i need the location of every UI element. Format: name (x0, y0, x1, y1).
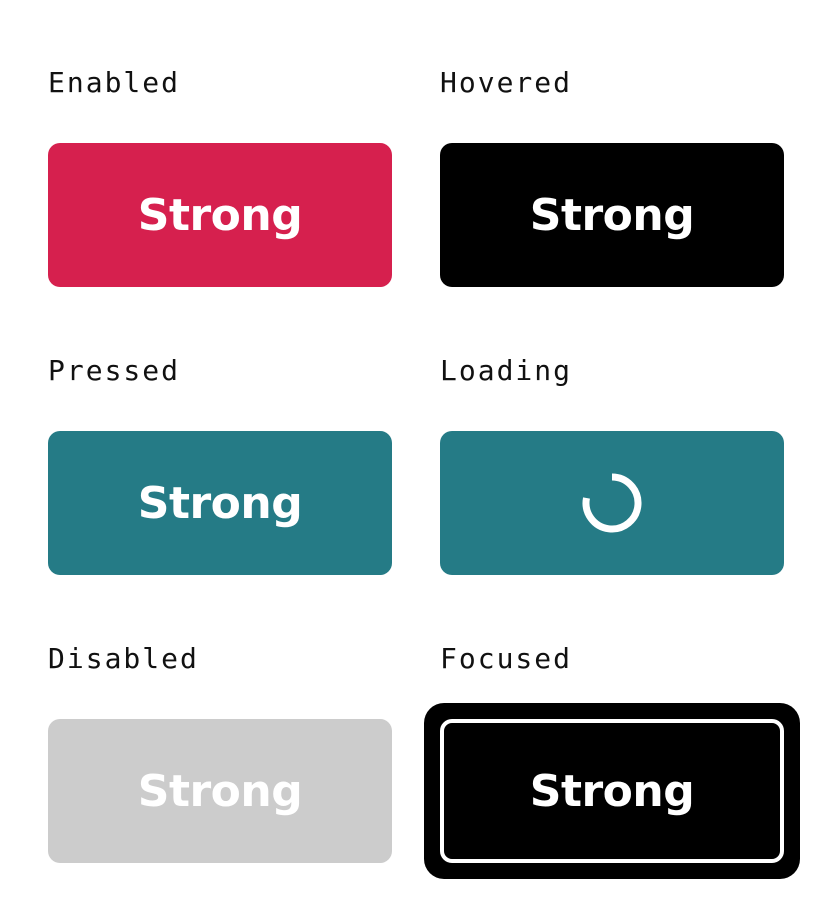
state-label-enabled: Enabled (48, 66, 181, 99)
button-label: Strong (529, 765, 695, 817)
strong-button-disabled[interactable]: Strong (48, 719, 392, 863)
state-label-loading: Loading (440, 354, 573, 387)
strong-button-loading[interactable] (440, 431, 784, 575)
state-label-pressed: Pressed (48, 354, 181, 387)
strong-button-enabled[interactable]: Strong (48, 143, 392, 287)
strong-button-focused[interactable]: Strong (440, 719, 784, 863)
strong-button-pressed[interactable]: Strong (48, 431, 392, 575)
button-label: Strong (137, 189, 303, 241)
state-label-hovered: Hovered (440, 66, 573, 99)
button-label: Strong (137, 477, 303, 529)
state-label-disabled: Disabled (48, 642, 199, 675)
state-label-focused: Focused (440, 642, 573, 675)
button-label: Strong (137, 765, 303, 817)
strong-button-hovered[interactable]: Strong (440, 143, 784, 287)
spinner-icon (582, 473, 642, 533)
button-label: Strong (529, 189, 695, 241)
